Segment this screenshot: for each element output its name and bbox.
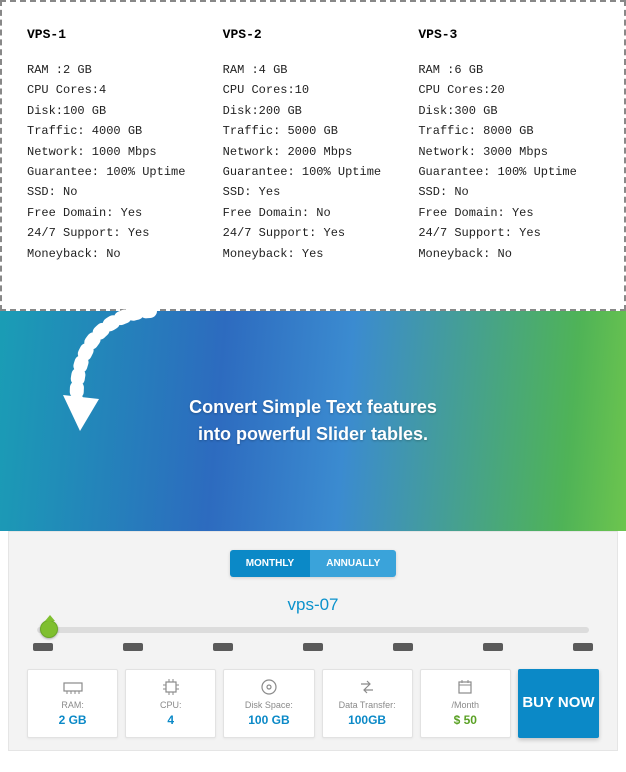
plan-title: VPS-3 [418, 27, 599, 42]
plan-spec: RAM :4 GB [223, 60, 404, 80]
slider-handle[interactable] [40, 620, 58, 638]
slider-tick [393, 643, 413, 651]
plan-spec: Network: 3000 Mbps [418, 142, 599, 162]
plan-spec: CPU Cores:10 [223, 80, 404, 100]
plan-spec: Traffic: 4000 GB [27, 121, 208, 141]
toggle-annually[interactable]: ANNUALLY [310, 550, 396, 577]
plan-spec: Free Domain: Yes [27, 203, 208, 223]
plan-spec: Moneyback: No [418, 244, 599, 264]
plan-spec: CPU Cores:4 [27, 80, 208, 100]
plan-spec: Guarantee: 100% Uptime [223, 162, 404, 182]
plan-title: VPS-1 [27, 27, 208, 42]
plan-spec: 24/7 Support: Yes [27, 223, 208, 243]
plan-spec: RAM :2 GB [27, 60, 208, 80]
disk-card: Disk Space: 100 GB [223, 669, 314, 738]
plan-spec: Free Domain: Yes [418, 203, 599, 223]
plan-spec: Traffic: 8000 GB [418, 121, 599, 141]
slider-tick [213, 643, 233, 651]
slider-tick [573, 643, 593, 651]
price-card: /Month $ 50 [420, 669, 511, 738]
plan-spec: Traffic: 5000 GB [223, 121, 404, 141]
hero-line-1: Convert Simple Text features [189, 394, 437, 421]
cpu-value: 4 [130, 713, 211, 727]
transfer-icon [327, 678, 408, 696]
price-label: /Month [425, 700, 506, 710]
plan-slider[interactable] [37, 627, 589, 633]
plan-spec: SSD: Yes [223, 182, 404, 202]
billing-toggle: MONTHLY ANNUALLY [27, 550, 599, 577]
spec-cards-row: RAM: 2 GB CPU: 4 Disk Space: 100 GB Data… [27, 669, 599, 738]
calendar-icon [425, 678, 506, 696]
plan-spec: Free Domain: No [223, 203, 404, 223]
ram-icon [32, 678, 113, 696]
ram-label: RAM: [32, 700, 113, 710]
selected-plan-name: vps-07 [27, 595, 599, 615]
ram-card: RAM: 2 GB [27, 669, 118, 738]
slider-tick [123, 643, 143, 651]
slider-tick [33, 643, 53, 651]
plan-spec: SSD: No [27, 182, 208, 202]
plan-title: VPS-2 [223, 27, 404, 42]
curved-arrow-icon [55, 303, 165, 443]
hero-headline: Convert Simple Text features into powerf… [189, 394, 437, 448]
disk-icon [228, 678, 309, 696]
price-value: $ 50 [425, 713, 506, 727]
plan-spec: SSD: No [418, 182, 599, 202]
plan-spec: CPU Cores:20 [418, 80, 599, 100]
plan-spec: Guarantee: 100% Uptime [418, 162, 599, 182]
disk-value: 100 GB [228, 713, 309, 727]
plan-col-2: VPS-2 RAM :4 GB CPU Cores:10 Disk:200 GB… [223, 27, 404, 264]
slider-panel: MONTHLY ANNUALLY vps-07 RAM: 2 GB CPU: 4… [8, 531, 618, 751]
plan-spec: Network: 2000 Mbps [223, 142, 404, 162]
plan-spec: 24/7 Support: Yes [223, 223, 404, 243]
cpu-card: CPU: 4 [125, 669, 216, 738]
buy-now-button[interactable]: BUY NOW [518, 669, 599, 738]
plan-col-3: VPS-3 RAM :6 GB CPU Cores:20 Disk:300 GB… [418, 27, 599, 264]
transfer-card: Data Transfer: 100GB [322, 669, 413, 738]
slider-ticks [33, 643, 593, 651]
disk-label: Disk Space: [228, 700, 309, 710]
plan-spec: Moneyback: No [27, 244, 208, 264]
gradient-hero: Convert Simple Text features into powerf… [0, 311, 626, 531]
toggle-monthly[interactable]: MONTHLY [230, 550, 311, 577]
ram-value: 2 GB [32, 713, 113, 727]
plan-col-1: VPS-1 RAM :2 GB CPU Cores:4 Disk:100 GB … [27, 27, 208, 264]
plan-spec: Disk:300 GB [418, 101, 599, 121]
cpu-label: CPU: [130, 700, 211, 710]
plan-spec: 24/7 Support: Yes [418, 223, 599, 243]
cpu-icon [130, 678, 211, 696]
plan-spec: Moneyback: Yes [223, 244, 404, 264]
plan-spec: Guarantee: 100% Uptime [27, 162, 208, 182]
plan-spec: RAM :6 GB [418, 60, 599, 80]
plan-spec: Disk:200 GB [223, 101, 404, 121]
hero-line-2: into powerful Slider tables. [189, 421, 437, 448]
transfer-value: 100GB [327, 713, 408, 727]
plan-spec: Network: 1000 Mbps [27, 142, 208, 162]
transfer-label: Data Transfer: [327, 700, 408, 710]
plan-spec: Disk:100 GB [27, 101, 208, 121]
text-features-box: VPS-1 RAM :2 GB CPU Cores:4 Disk:100 GB … [0, 0, 626, 311]
slider-tick [303, 643, 323, 651]
buy-label: BUY NOW [522, 694, 594, 712]
slider-tick [483, 643, 503, 651]
